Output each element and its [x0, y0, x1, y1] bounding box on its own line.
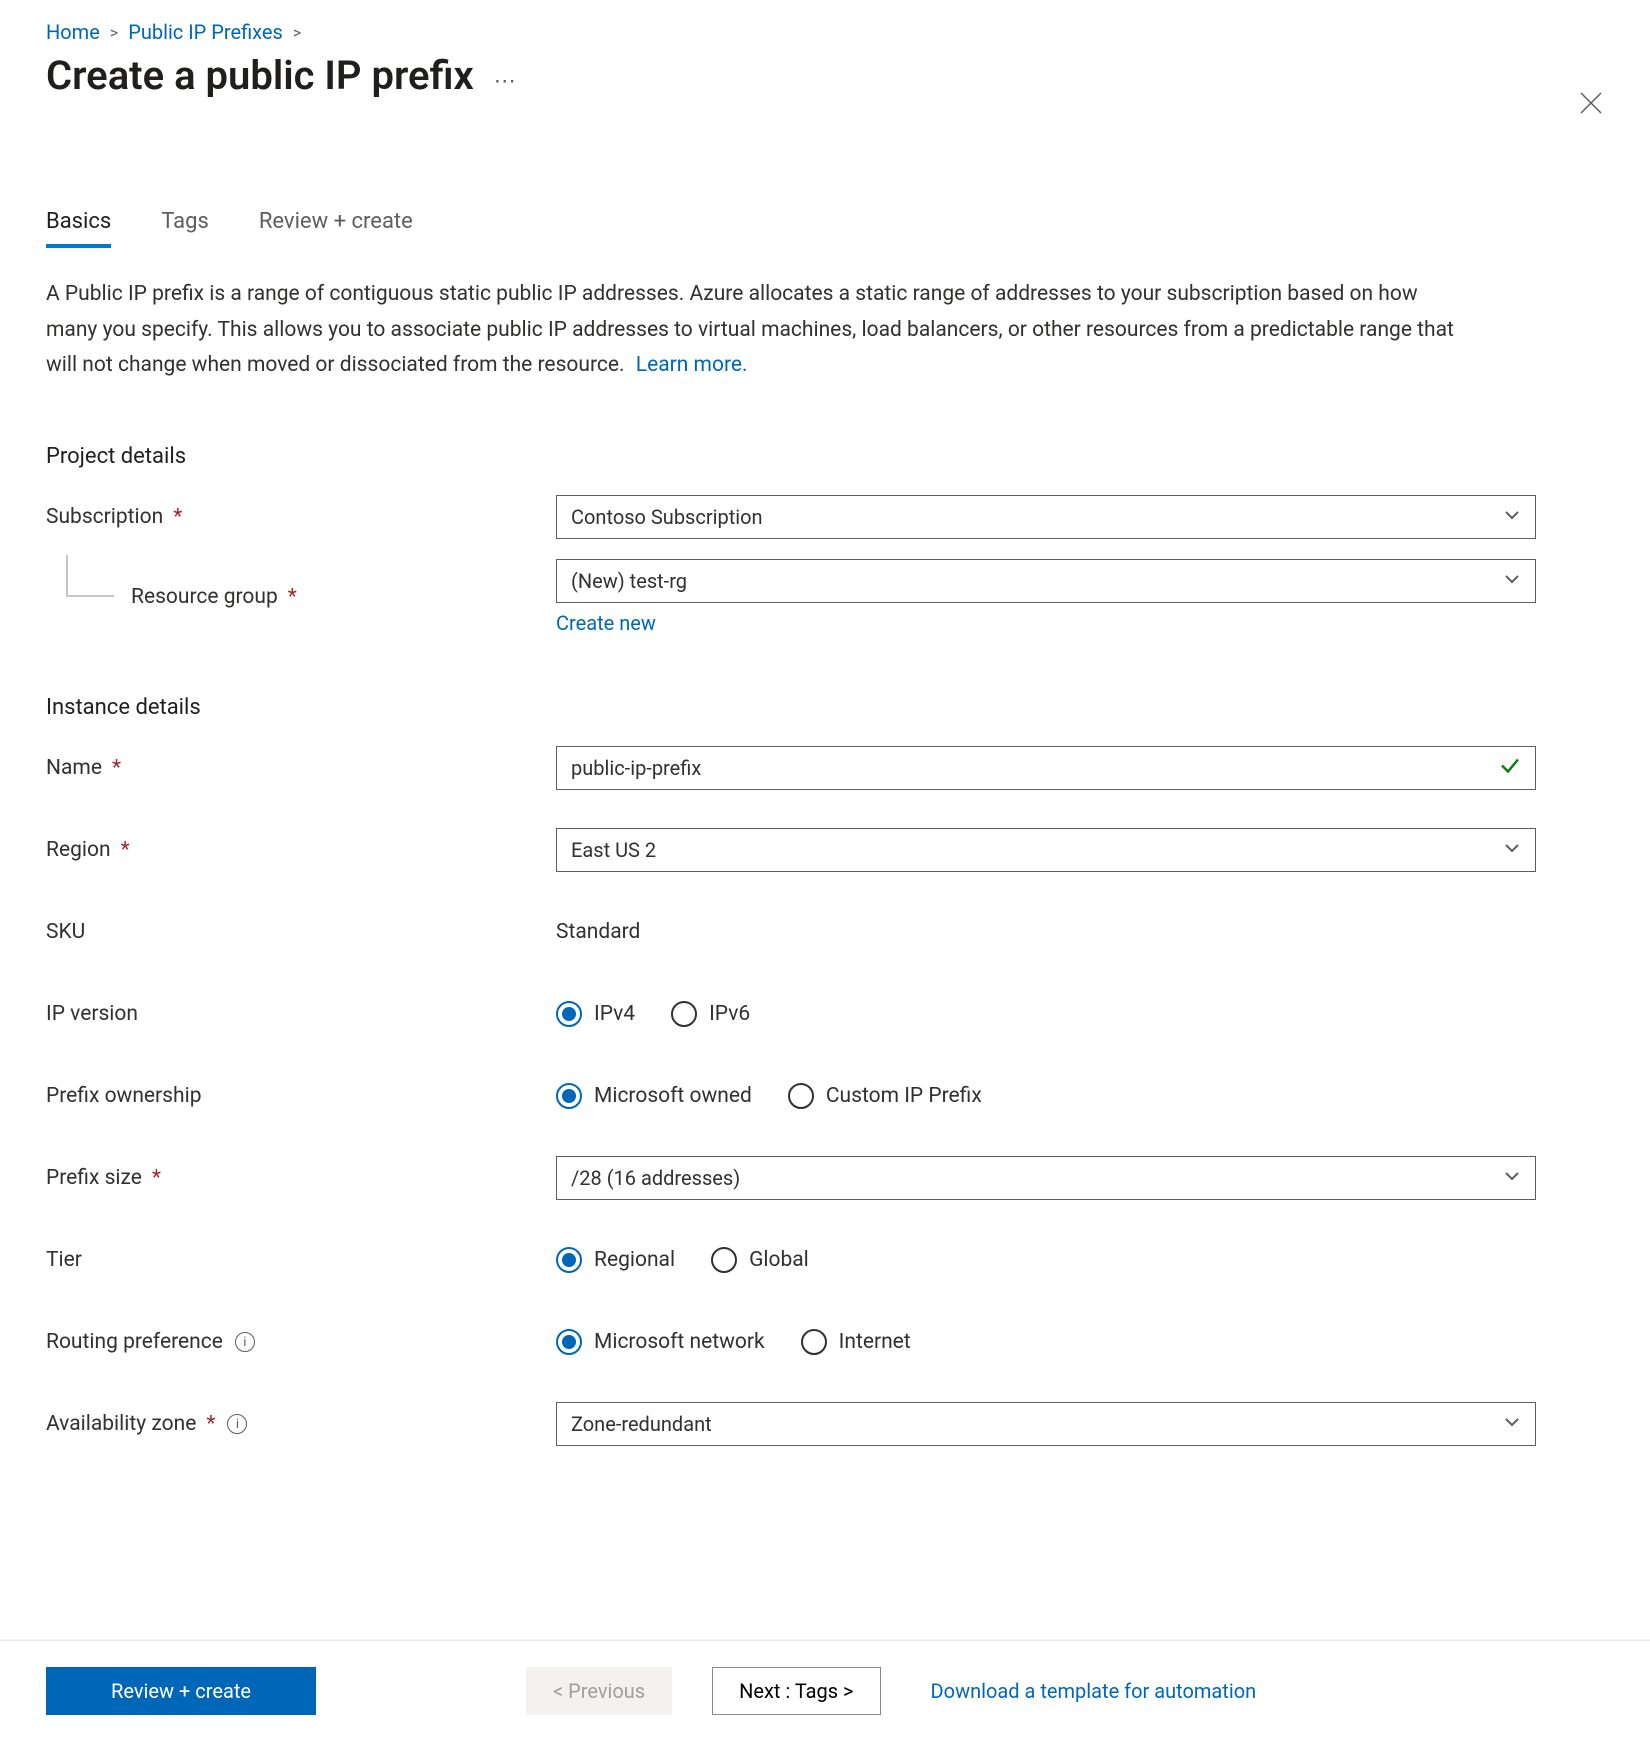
chevron-right-icon: > — [110, 23, 118, 42]
footer: Review + create < Previous Next : Tags >… — [0, 1640, 1650, 1740]
tab-tags[interactable]: Tags — [161, 209, 209, 248]
region-label: Region* — [46, 838, 556, 862]
tier-regional-radio[interactable]: Regional — [556, 1247, 675, 1273]
availability-zone-label: Availability zone* i — [46, 1412, 556, 1436]
breadcrumb-home[interactable]: Home — [46, 20, 100, 44]
learn-more-link[interactable]: Learn more. — [636, 353, 748, 377]
prefix-ownership-microsoft-radio[interactable]: Microsoft owned — [556, 1083, 752, 1109]
region-select[interactable]: East US 2 — [556, 828, 1536, 872]
breadcrumb: Home > Public IP Prefixes > — [46, 20, 1604, 44]
indent-line-icon — [66, 555, 114, 597]
ip-version-ipv6-radio[interactable]: IPv6 — [671, 1001, 750, 1027]
tier-label: Tier — [46, 1248, 556, 1272]
tabs: Basics Tags Review + create — [46, 209, 1604, 249]
download-template-link[interactable]: Download a template for automation — [931, 1679, 1257, 1703]
routing-preference-label: Routing preference i — [46, 1330, 556, 1354]
routing-internet-radio[interactable]: Internet — [801, 1329, 911, 1355]
breadcrumb-public-ip-prefixes[interactable]: Public IP Prefixes — [128, 20, 283, 44]
name-field[interactable]: public-ip-prefix — [556, 746, 1536, 790]
info-icon[interactable]: i — [227, 1414, 247, 1434]
chevron-down-icon — [1503, 1166, 1521, 1190]
prefix-ownership-custom-radio[interactable]: Custom IP Prefix — [788, 1083, 982, 1109]
chevron-down-icon — [1503, 838, 1521, 862]
close-icon[interactable] — [1578, 90, 1604, 121]
routing-microsoft-network-radio[interactable]: Microsoft network — [556, 1329, 765, 1355]
tab-review-create[interactable]: Review + create — [259, 209, 413, 248]
next-button[interactable]: Next : Tags > — [712, 1667, 880, 1715]
prefix-size-select[interactable]: /28 (16 addresses) — [556, 1156, 1536, 1200]
resource-group-label: Resource group* — [46, 585, 556, 609]
description-text: A Public IP prefix is a range of contigu… — [46, 277, 1466, 384]
chevron-down-icon — [1503, 505, 1521, 529]
ip-version-label: IP version — [46, 1002, 556, 1026]
prefix-ownership-label: Prefix ownership — [46, 1084, 556, 1108]
ip-version-ipv4-radio[interactable]: IPv4 — [556, 1001, 635, 1027]
create-new-link[interactable]: Create new — [556, 611, 1536, 635]
tier-global-radio[interactable]: Global — [711, 1247, 809, 1273]
section-project-details: Project details — [46, 444, 1604, 469]
availability-zone-select[interactable]: Zone-redundant — [556, 1402, 1536, 1446]
info-icon[interactable]: i — [235, 1332, 255, 1352]
tab-basics[interactable]: Basics — [46, 209, 111, 248]
review-create-button[interactable]: Review + create — [46, 1667, 316, 1715]
name-label: Name* — [46, 756, 556, 780]
checkmark-icon — [1499, 755, 1521, 782]
sku-value: Standard — [556, 920, 640, 944]
section-instance-details: Instance details — [46, 695, 1604, 720]
prefix-size-label: Prefix size* — [46, 1166, 556, 1190]
chevron-right-icon: > — [293, 23, 301, 42]
more-icon[interactable]: ⋯ — [494, 69, 518, 94]
resource-group-select[interactable]: (New) test-rg — [556, 559, 1536, 603]
sku-label: SKU — [46, 920, 556, 944]
previous-button: < Previous — [526, 1667, 672, 1715]
page-title: Create a public IP prefix — [46, 52, 474, 99]
chevron-down-icon — [1503, 569, 1521, 593]
subscription-select[interactable]: Contoso Subscription — [556, 495, 1536, 539]
subscription-label: Subscription* — [46, 505, 556, 529]
chevron-down-icon — [1503, 1412, 1521, 1436]
